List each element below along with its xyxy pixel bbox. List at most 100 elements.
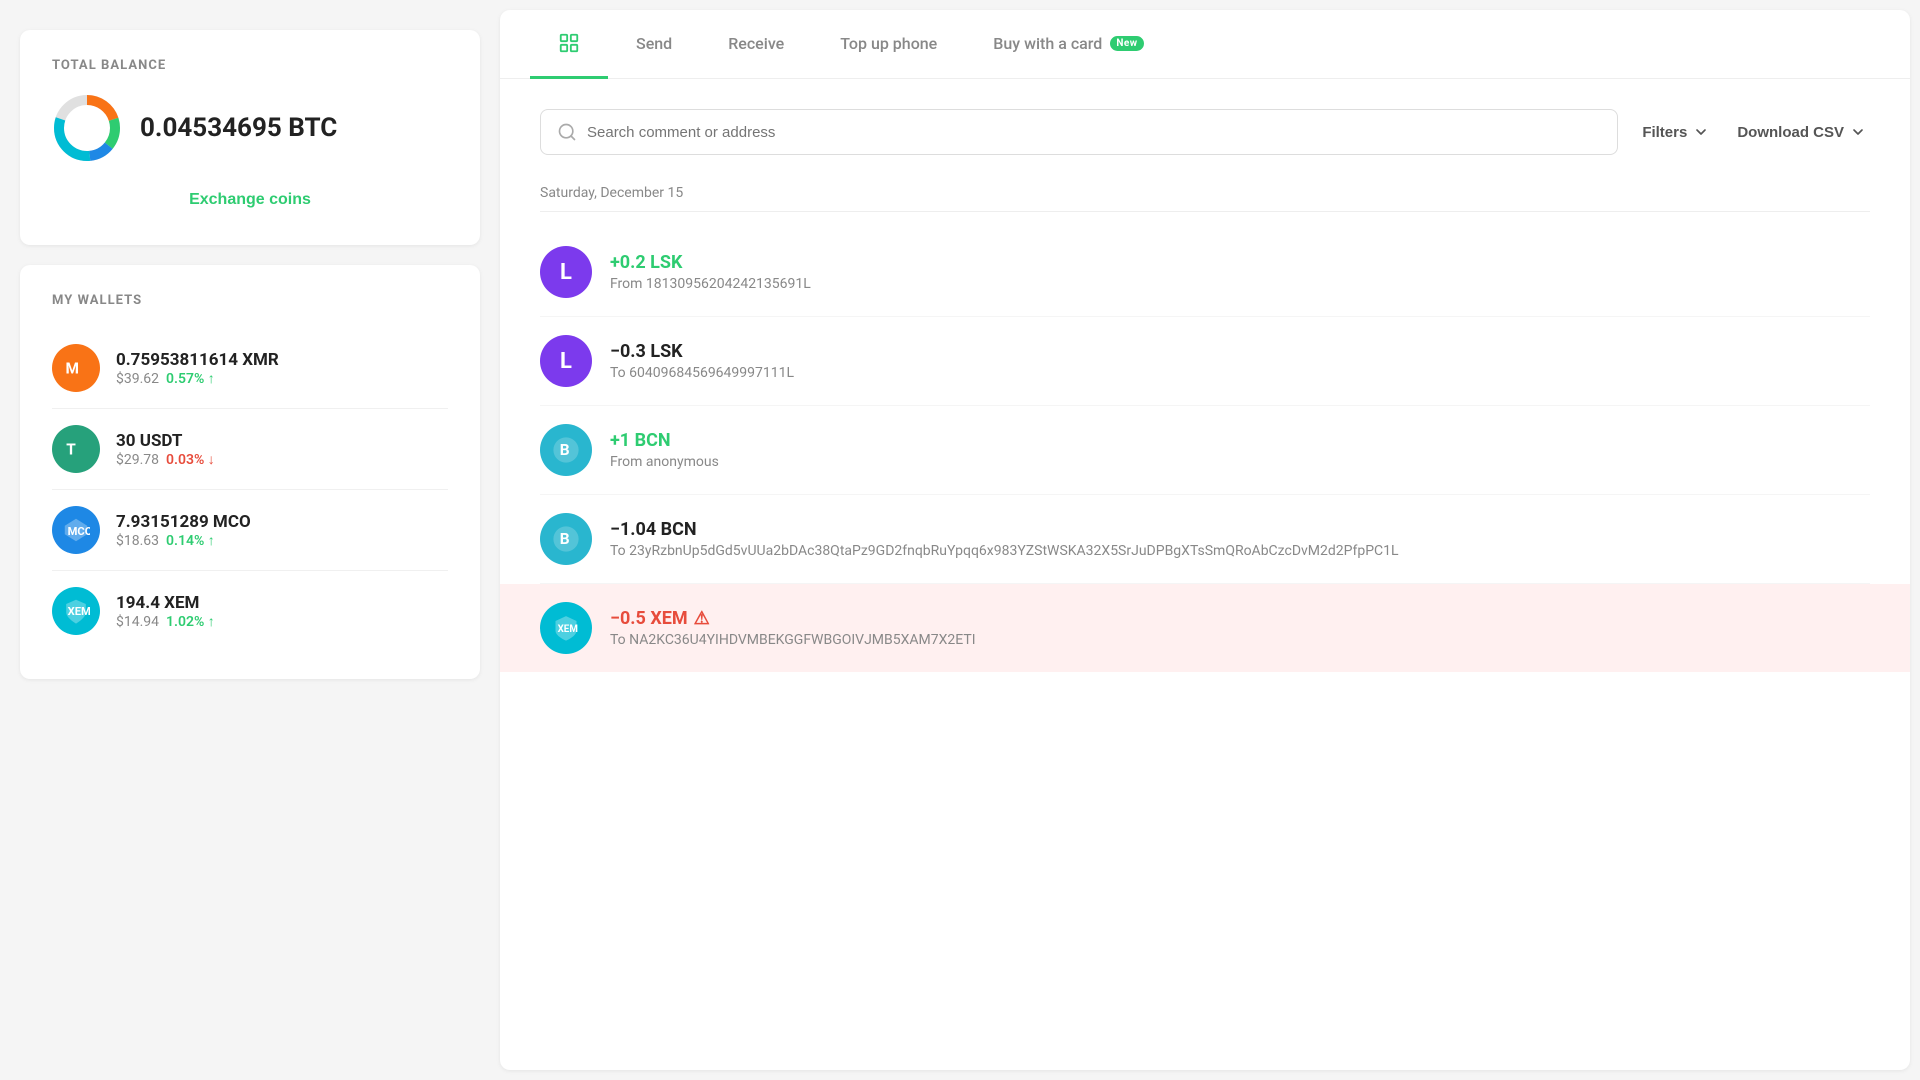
chevron-down-icon-csv xyxy=(1850,124,1866,140)
my-wallets-card: MY WALLETS M 0.75953811614 XMR $39.62 0.… xyxy=(20,265,480,679)
tx-address-tx5: To NA2KC36U4YIHDVMBEKGGFWBGOIVJMB5XAM7X2… xyxy=(610,632,1870,648)
tx-item-tx1[interactable]: L +0.2 LSK From 18130956204242135691L xyxy=(540,228,1870,317)
svg-text:MCO: MCO xyxy=(68,525,90,538)
tx-amount-tx3: +1 BCN xyxy=(610,430,1870,451)
exchange-coins-button[interactable]: Exchange coins xyxy=(52,183,448,217)
my-wallets-label: MY WALLETS xyxy=(52,293,448,308)
wallet-amount-xem: 194.4 XEM xyxy=(116,593,448,613)
total-balance-card: TOTAL BALANCE 0.04534695 BTC Exchange co… xyxy=(20,30,480,245)
svg-text:B: B xyxy=(560,441,570,459)
tx-address-tx2: To 60409684569649997111L xyxy=(610,365,1870,381)
tx-item-tx5[interactable]: XEM −0.5 XEM⚠ To NA2KC36U4YIHDVMBEKGGFWB… xyxy=(500,584,1910,672)
wallet-change-usdt: 0.03% ↓ xyxy=(166,452,215,468)
svg-text:XEM: XEM xyxy=(558,624,578,635)
tx-avatar-tx5: XEM xyxy=(540,602,592,654)
balance-row: 0.04534695 BTC xyxy=(52,93,448,163)
wallet-item-xem[interactable]: XEM 194.4 XEM $14.94 1.02% ↑ xyxy=(52,571,448,651)
date-separator: Saturday, December 15 xyxy=(540,185,1870,212)
tabs-bar: Send Receive Top up phone Buy with a car… xyxy=(500,10,1910,79)
tab-buycard-label: Buy with a card xyxy=(993,34,1102,53)
wallet-info-xmr: 0.75953811614 XMR $39.62 0.57% ↑ xyxy=(116,350,448,387)
xem-avatar-icon: XEM xyxy=(552,614,580,642)
wallet-item-usdt[interactable]: T 30 USDT $29.78 0.03% ↓ xyxy=(52,409,448,490)
new-badge: New xyxy=(1110,36,1143,51)
tx-avatar-tx4: B xyxy=(540,513,592,565)
wallet-change-mco: 0.14% ↑ xyxy=(166,533,215,549)
tx-amount-tx4: −1.04 BCN xyxy=(610,519,1870,540)
svg-text:XEM: XEM xyxy=(68,605,90,618)
search-input[interactable] xyxy=(587,124,1601,141)
tab-topup-label: Top up phone xyxy=(840,34,937,53)
wallet-icon-usdt: T xyxy=(52,425,100,473)
tab-send[interactable]: Send xyxy=(608,12,700,78)
tx-amount-tx1: +0.2 LSK xyxy=(610,252,1870,273)
xem-icon: XEM xyxy=(62,597,90,625)
download-csv-button[interactable]: Download CSV xyxy=(1733,116,1870,149)
tab-buycard[interactable]: Buy with a card New xyxy=(965,12,1171,78)
wallet-change-xmr: 0.57% ↑ xyxy=(166,371,215,387)
search-row: Filters Download CSV xyxy=(540,109,1870,155)
tx-item-tx2[interactable]: L −0.3 LSK To 60409684569649997111L xyxy=(540,317,1870,406)
warning-icon: ⚠ xyxy=(694,608,710,629)
tab-topup[interactable]: Top up phone xyxy=(812,12,965,78)
wallet-icon-xmr: M xyxy=(52,344,100,392)
tx-info-tx1: +0.2 LSK From 18130956204242135691L xyxy=(610,252,1870,292)
svg-text:B: B xyxy=(560,530,570,548)
chevron-down-icon xyxy=(1693,124,1709,140)
balance-amount: 0.04534695 BTC xyxy=(140,113,337,143)
svg-text:M: M xyxy=(66,360,79,378)
tx-info-tx3: +1 BCN From anonymous xyxy=(610,430,1870,470)
tx-avatar-tx3: B xyxy=(540,424,592,476)
csv-label: Download CSV xyxy=(1737,124,1844,141)
bcn-avatar-icon: B xyxy=(552,436,580,464)
tab-receive[interactable]: Receive xyxy=(700,12,812,78)
wallet-usd-mco: $18.63 0.14% ↑ xyxy=(116,532,448,549)
wallet-amount-usdt: 30 USDT xyxy=(116,431,448,451)
search-box[interactable] xyxy=(540,109,1618,155)
wallet-info-mco: 7.93151289 MCO $18.63 0.14% ↑ xyxy=(116,512,448,549)
content-area: Filters Download CSV Saturday, December … xyxy=(500,79,1910,1070)
search-icon xyxy=(557,122,577,142)
tx-address-tx1: From 18130956204242135691L xyxy=(610,276,1870,292)
tx-avatar-tx2: L xyxy=(540,335,592,387)
wallets-list: M 0.75953811614 XMR $39.62 0.57% ↑ T 30 … xyxy=(52,328,448,651)
tx-avatar-tx1: L xyxy=(540,246,592,298)
usdt-icon: T xyxy=(62,435,90,463)
wallet-icon-mco: MCO xyxy=(52,506,100,554)
wallet-item-mco[interactable]: MCO 7.93151289 MCO $18.63 0.14% ↑ xyxy=(52,490,448,571)
wallet-usd-xem: $14.94 1.02% ↑ xyxy=(116,613,448,630)
right-panel: Send Receive Top up phone Buy with a car… xyxy=(500,10,1910,1070)
xmr-icon: M xyxy=(62,354,90,382)
tx-info-tx5: −0.5 XEM⚠ To NA2KC36U4YIHDVMBEKGGFWBGOIV… xyxy=(610,608,1870,648)
left-panel: TOTAL BALANCE 0.04534695 BTC Exchange co… xyxy=(0,0,500,1080)
wallet-usd-usdt: $29.78 0.03% ↓ xyxy=(116,451,448,468)
filters-label: Filters xyxy=(1642,124,1687,141)
mco-icon: MCO xyxy=(62,516,90,544)
tx-item-tx4[interactable]: B −1.04 BCN To 23yRzbnUp5dGd5vUUa2bDAc38… xyxy=(540,495,1870,584)
tab-send-label: Send xyxy=(636,34,672,53)
wallet-info-xem: 194.4 XEM $14.94 1.02% ↑ xyxy=(116,593,448,630)
transaction-list: L +0.2 LSK From 18130956204242135691L L … xyxy=(540,228,1870,672)
filters-button[interactable]: Filters xyxy=(1638,116,1713,149)
svg-text:T: T xyxy=(66,441,76,459)
balance-donut-chart xyxy=(52,93,122,163)
tx-address-tx3: From anonymous xyxy=(610,454,1870,470)
tx-address-tx4: To 23yRzbnUp5dGd5vUUa2bDAc38QtaPz9GD2fnq… xyxy=(610,543,1870,559)
wallet-amount-mco: 7.93151289 MCO xyxy=(116,512,448,532)
wallet-change-xem: 1.02% ↑ xyxy=(166,614,215,630)
history-icon xyxy=(558,32,580,54)
tx-amount-tx2: −0.3 LSK xyxy=(610,341,1870,362)
total-balance-label: TOTAL BALANCE xyxy=(52,58,448,73)
wallet-amount-xmr: 0.75953811614 XMR xyxy=(116,350,448,370)
wallet-item-xmr[interactable]: M 0.75953811614 XMR $39.62 0.57% ↑ xyxy=(52,328,448,409)
wallet-icon-xem: XEM xyxy=(52,587,100,635)
tab-receive-label: Receive xyxy=(728,34,784,53)
wallet-info-usdt: 30 USDT $29.78 0.03% ↓ xyxy=(116,431,448,468)
tab-history[interactable] xyxy=(530,10,608,79)
bcn-avatar-icon: B xyxy=(552,525,580,553)
tx-amount-tx5: −0.5 XEM⚠ xyxy=(610,608,1870,629)
wallet-usd-xmr: $39.62 0.57% ↑ xyxy=(116,370,448,387)
tx-info-tx2: −0.3 LSK To 60409684569649997111L xyxy=(610,341,1870,381)
tx-item-tx3[interactable]: B +1 BCN From anonymous xyxy=(540,406,1870,495)
tx-info-tx4: −1.04 BCN To 23yRzbnUp5dGd5vUUa2bDAc38Qt… xyxy=(610,519,1870,559)
